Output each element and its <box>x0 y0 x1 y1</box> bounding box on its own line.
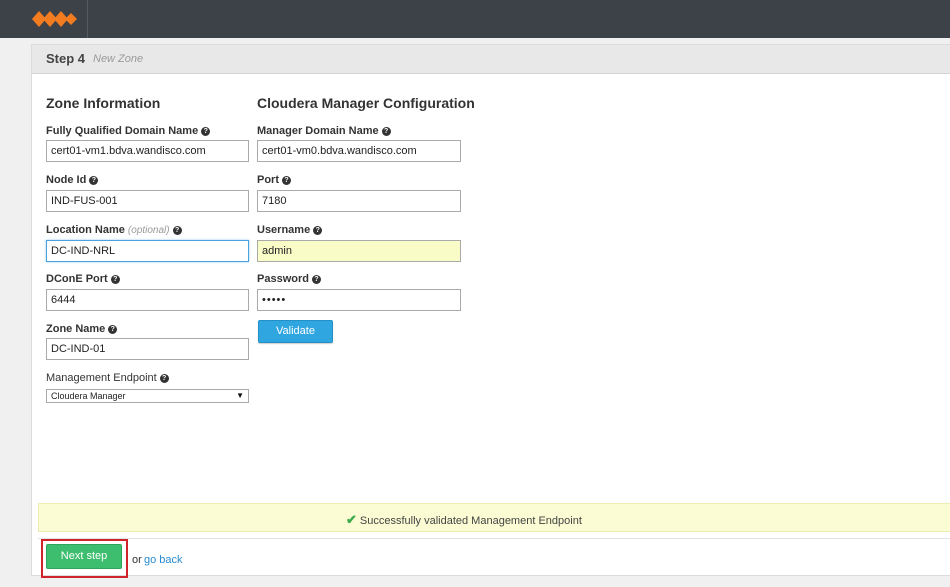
help-icon[interactable]: ? <box>108 325 118 334</box>
manager-domain-label: Manager Domain Name? <box>257 125 391 137</box>
zone-information-heading: Zone Information <box>46 95 161 111</box>
help-icon[interactable]: ? <box>282 176 291 185</box>
zone-name-input[interactable] <box>46 338 249 360</box>
help-icon[interactable]: ? <box>201 127 211 136</box>
dcone-port-label: DConE Port? <box>46 273 120 285</box>
wandisco-logo-icon <box>32 11 77 27</box>
username-input[interactable] <box>257 240 461 262</box>
help-icon[interactable]: ? <box>381 127 391 136</box>
port-input[interactable] <box>257 190 461 212</box>
panel-header: Step 4 New Zone <box>32 45 950 74</box>
cloudera-config-heading: Cloudera Manager Configuration <box>257 95 475 111</box>
or-text: or <box>132 554 142 566</box>
success-message-bar: ✔ Successfully validated Management Endpo… <box>38 503 950 532</box>
check-icon: ✔ <box>346 512 357 527</box>
fqdn-label: Fully Qualified Domain Name? <box>46 125 211 137</box>
step-title: Step 4 <box>46 51 86 66</box>
manager-domain-input[interactable] <box>257 140 461 162</box>
help-icon[interactable]: ? <box>110 275 120 284</box>
help-icon[interactable]: ? <box>313 226 323 235</box>
go-back-link[interactable]: go back <box>144 554 183 566</box>
help-icon[interactable]: ? <box>89 176 99 185</box>
management-endpoint-label: Management Endpoint? <box>46 372 169 384</box>
top-bar <box>0 0 950 38</box>
success-message: Successfully validated Management Endpoi… <box>359 515 582 527</box>
zone-name-label: Zone Name? <box>46 323 118 335</box>
location-name-label: Location Name (optional)? <box>46 224 182 236</box>
node-id-input[interactable] <box>46 190 249 212</box>
username-label: Username? <box>257 224 323 236</box>
wizard-panel: Step 4 New Zone Zone Information Fully Q… <box>31 44 950 578</box>
step-subtitle: New Zone <box>93 53 144 65</box>
validate-button[interactable]: Validate <box>258 320 333 343</box>
next-step-button[interactable]: Next step <box>46 544 122 569</box>
node-id-label: Node Id? <box>46 174 99 186</box>
footer-divider <box>38 538 950 539</box>
dropdown-arrow-icon: ▼ <box>236 391 244 400</box>
help-icon[interactable]: ? <box>172 226 182 235</box>
location-name-input[interactable] <box>46 240 249 262</box>
management-endpoint-select[interactable]: Cloudera Manager ▼ <box>46 389 249 403</box>
password-label: Password? <box>257 273 321 285</box>
app-logo[interactable] <box>0 0 88 38</box>
port-label: Port? <box>257 174 291 186</box>
help-icon[interactable]: ? <box>159 374 169 383</box>
help-icon[interactable]: ? <box>311 275 321 284</box>
dcone-port-input[interactable] <box>46 289 249 311</box>
fqdn-input[interactable] <box>46 140 249 162</box>
password-input[interactable] <box>257 289 461 311</box>
